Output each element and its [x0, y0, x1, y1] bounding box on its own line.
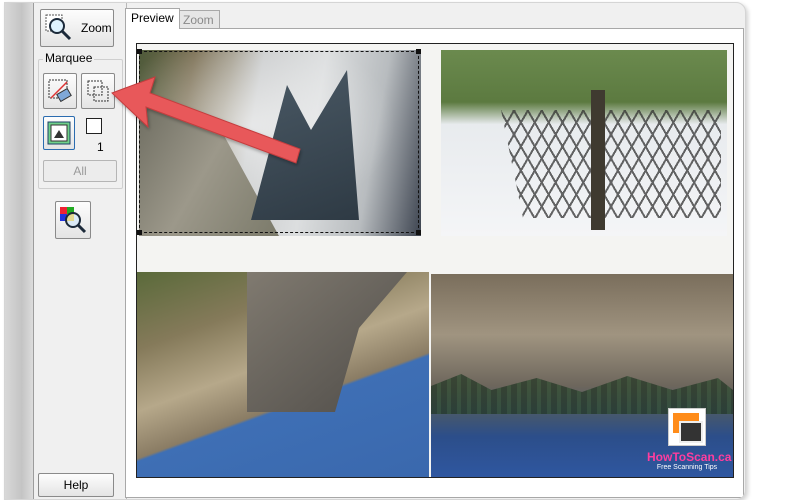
magnifier-icon	[45, 14, 72, 41]
scanned-photo: HowToScan.ca Free Scanning Tips	[431, 274, 733, 477]
tool-panel: Zoom Marquee 1 All Help	[34, 3, 127, 499]
scanner-window: Zoom Marquee 1 All Help Preview Zoom How…	[4, 2, 746, 500]
zoom-button[interactable]: Zoom	[40, 9, 114, 47]
scan-bed[interactable]: HowToScan.ca Free Scanning Tips	[136, 43, 734, 478]
marquee-count: 1	[97, 140, 104, 154]
marquee-handle[interactable]	[416, 230, 421, 235]
tab-zoom[interactable]: Zoom	[177, 10, 220, 28]
color-magnifier-icon	[60, 207, 87, 234]
all-button-label: All	[73, 164, 87, 178]
zoom-button-label: Zoom	[81, 21, 112, 35]
selection-marquee[interactable]	[137, 49, 421, 235]
color-palette-button[interactable]	[55, 201, 91, 239]
watermark-tagline: Free Scanning Tips	[656, 464, 718, 471]
all-button[interactable]: All	[43, 160, 117, 182]
marquee-handle[interactable]	[137, 230, 142, 235]
preview-area: HowToScan.ca Free Scanning Tips	[125, 28, 744, 498]
scanned-photo	[137, 272, 429, 477]
marquee-group-title: Marquee	[43, 51, 95, 65]
watermark: HowToScan.ca Free Scanning Tips	[647, 408, 732, 471]
scanned-photo	[441, 50, 727, 236]
duplicate-marquee-button[interactable]	[81, 73, 115, 109]
photo-tree	[591, 90, 605, 230]
watermark-logo-icon	[668, 408, 706, 446]
left-border-strip	[5, 3, 34, 499]
eraser-marquee-icon	[48, 79, 72, 103]
marquee-count-box	[86, 118, 102, 134]
duplicate-marquee-icon	[87, 80, 109, 102]
auto-locate-icon	[47, 121, 71, 145]
help-button-label: Help	[63, 478, 89, 492]
tab-preview[interactable]: Preview	[125, 8, 180, 29]
photo-cliff	[247, 272, 407, 412]
delete-marquee-button[interactable]	[43, 73, 77, 109]
marquee-handle[interactable]	[416, 49, 421, 54]
marquee-group: Marquee 1 All	[38, 51, 123, 189]
watermark-name: HowToScan.ca	[647, 450, 732, 464]
help-button[interactable]: Help	[38, 473, 114, 497]
auto-locate-button[interactable]	[43, 116, 75, 150]
marquee-handle[interactable]	[137, 49, 142, 54]
photo-bridge	[501, 110, 721, 218]
